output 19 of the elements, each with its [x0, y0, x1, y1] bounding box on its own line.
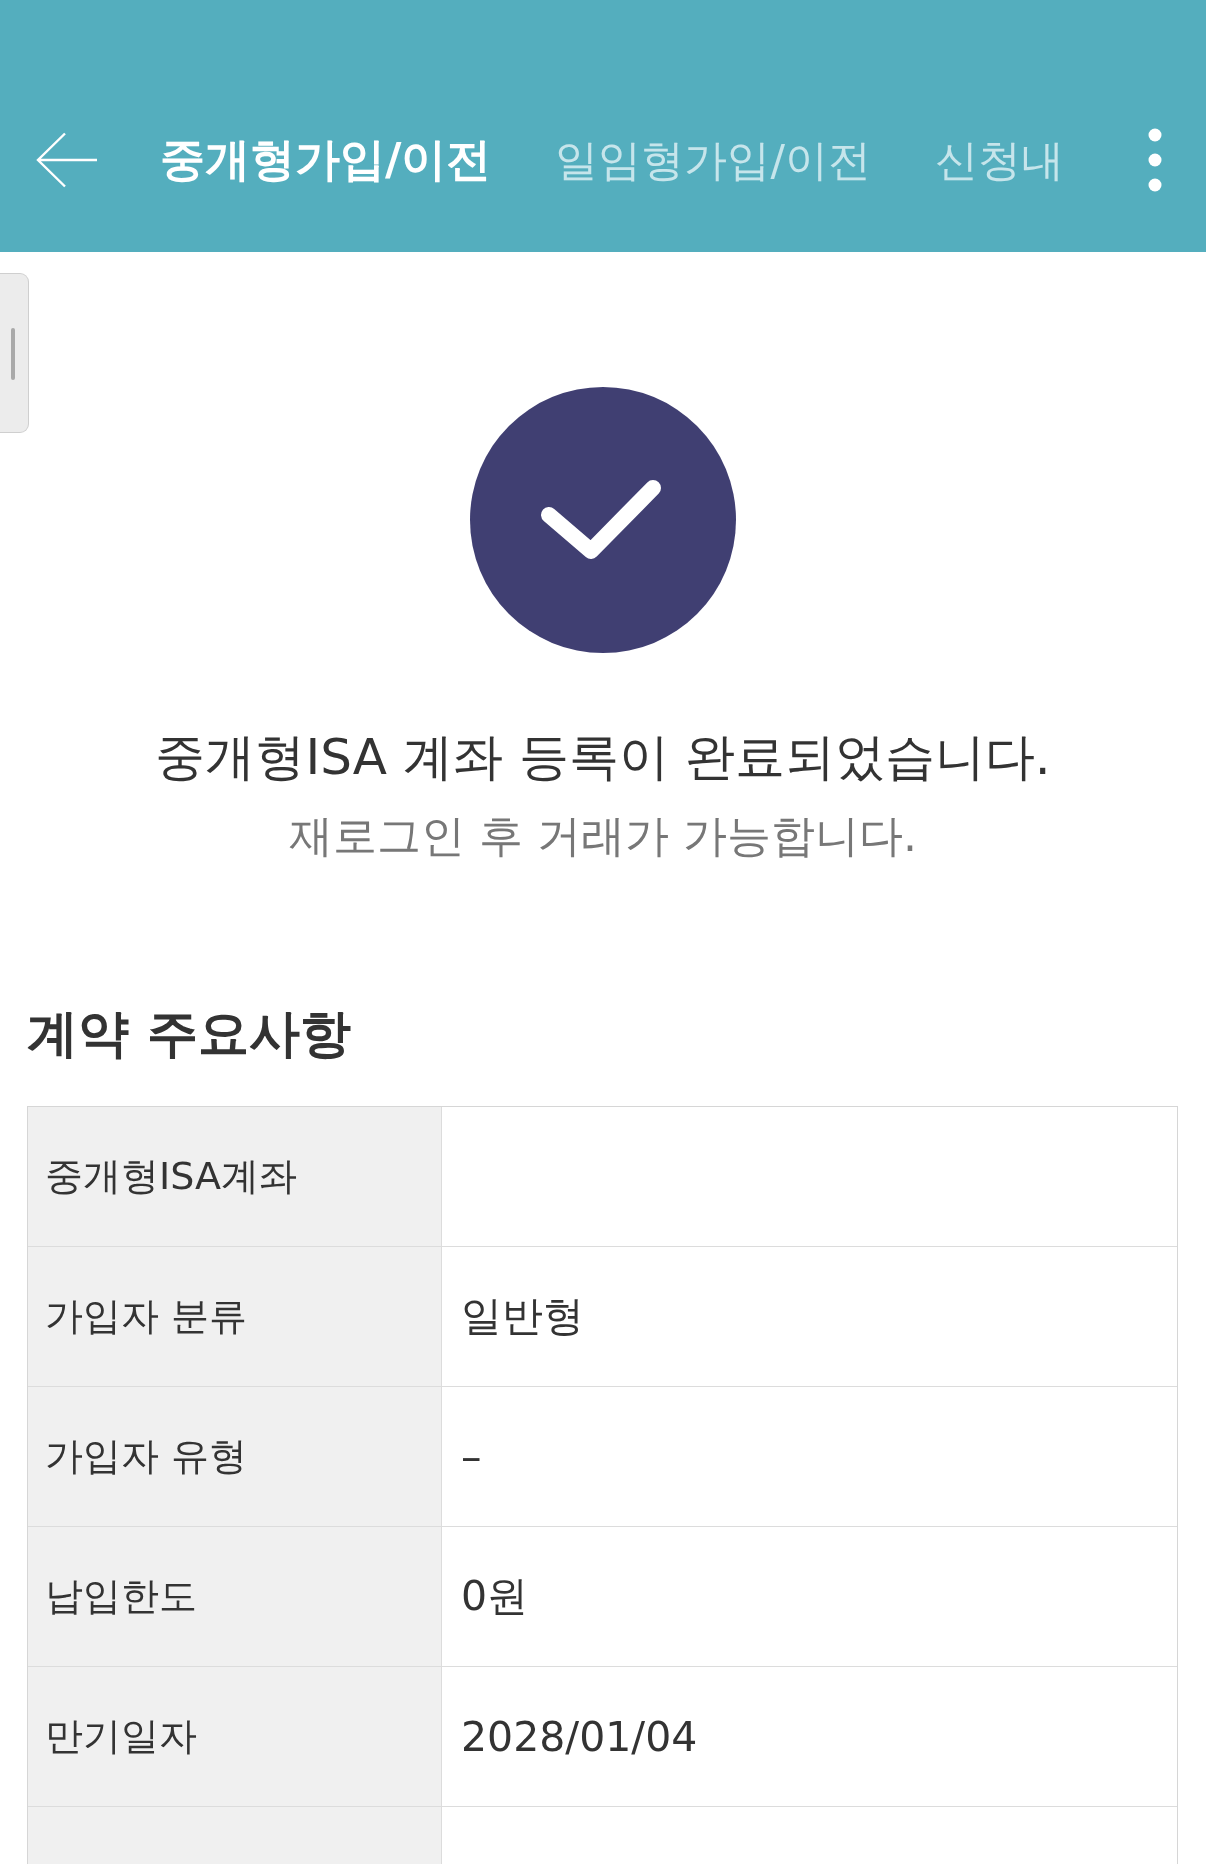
tab[interactable]: 신청내	[934, 131, 1064, 189]
tab[interactable]: 중개형가입/이전	[160, 131, 492, 189]
check-circle-icon	[470, 387, 736, 653]
side-panel-handle[interactable]	[0, 273, 29, 433]
row-label: 만기일자	[28, 1667, 442, 1807]
table-cell: 0원	[442, 1527, 1177, 1667]
table-cell: 2028/01/04	[442, 1667, 1177, 1807]
tab[interactable]: 일임형가입/이전	[555, 131, 871, 189]
table-cell: –	[442, 1387, 1177, 1527]
row-label: 납입한도	[28, 1527, 442, 1667]
row-label: 가입자 유형	[28, 1387, 442, 1527]
table-cell: 일반형	[442, 1247, 1177, 1387]
success-message: 중개형ISA 계좌 등록이 완료되었습니다.	[155, 727, 1051, 788]
back-arrow-icon[interactable]	[36, 132, 98, 188]
more-menu-icon[interactable]	[1148, 128, 1162, 192]
row-label: 가입자 분류	[28, 1247, 442, 1387]
row-label: 중개형ISA계좌	[28, 1107, 442, 1247]
section-heading: 계약 주요사항	[27, 1003, 351, 1065]
relogin-notice: 재로그인 후 거래가 가능합니다.	[289, 809, 917, 863]
